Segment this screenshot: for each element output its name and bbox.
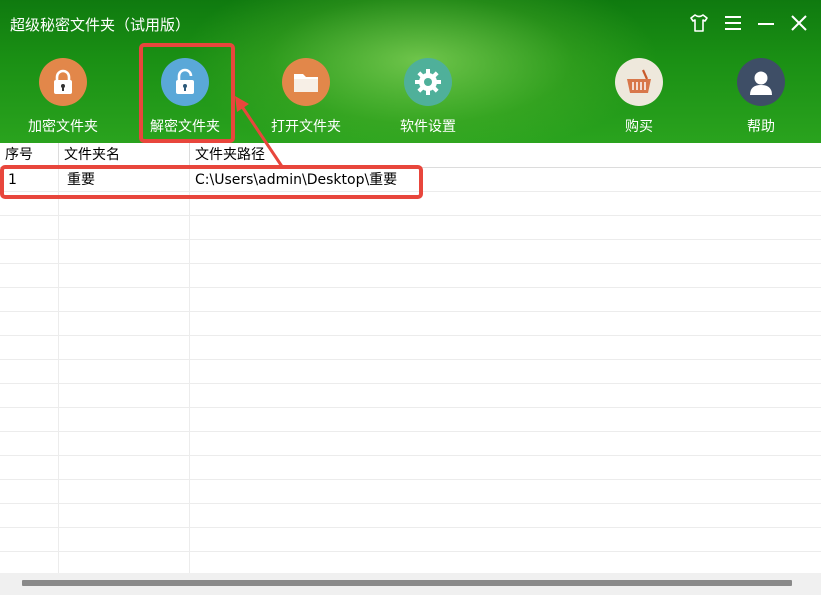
empty-row <box>0 336 821 360</box>
settings-label: 软件设置 <box>400 119 456 135</box>
encrypt-folder-button[interactable]: 加密文件夹 <box>13 58 113 136</box>
help-label: 帮助 <box>747 119 775 135</box>
empty-row <box>0 288 821 312</box>
empty-row <box>0 504 821 528</box>
buy-button[interactable]: 购买 <box>589 58 689 136</box>
encrypt-folder-label: 加密文件夹 <box>28 119 98 135</box>
empty-row <box>0 384 821 408</box>
empty-row <box>0 432 821 456</box>
empty-row <box>0 528 821 552</box>
empty-row <box>0 456 821 480</box>
gear-icon <box>404 58 452 106</box>
empty-row <box>0 312 821 336</box>
folder-table: 序号 文件夹名 文件夹路径 1 重要 C:\Users\admin\Deskto… <box>0 143 821 573</box>
settings-button[interactable]: 软件设置 <box>378 58 478 136</box>
lock-closed-icon <box>39 58 87 106</box>
annotation-arrow <box>235 96 285 169</box>
minimize-icon[interactable] <box>755 12 777 34</box>
scrollbar-thumb[interactable] <box>22 580 792 586</box>
empty-row <box>0 360 821 384</box>
empty-row <box>0 264 821 288</box>
close-icon[interactable] <box>788 12 810 34</box>
buy-label: 购买 <box>625 119 653 135</box>
empty-row <box>0 480 821 504</box>
empty-row <box>0 240 821 264</box>
column-header-folder-name[interactable]: 文件夹名 <box>59 143 190 167</box>
empty-row <box>0 408 821 432</box>
menu-icon[interactable] <box>722 12 744 34</box>
help-button[interactable]: 帮助 <box>711 58 811 136</box>
empty-row <box>0 552 821 573</box>
skin-icon[interactable] <box>688 12 710 34</box>
annotation-box-row <box>0 165 423 199</box>
annotation-box-decrypt <box>139 43 235 143</box>
column-header-index[interactable]: 序号 <box>0 143 59 167</box>
horizontal-scrollbar[interactable] <box>0 573 821 595</box>
app-header: 超级秘密文件夹（试用版） 加密文件夹 解密文件夹 打开文件夹 软件设置 购买 帮… <box>0 0 821 143</box>
basket-icon <box>615 58 663 106</box>
user-icon <box>737 58 785 106</box>
empty-row <box>0 216 821 240</box>
window-title: 超级秘密文件夹（试用版） <box>10 16 191 34</box>
